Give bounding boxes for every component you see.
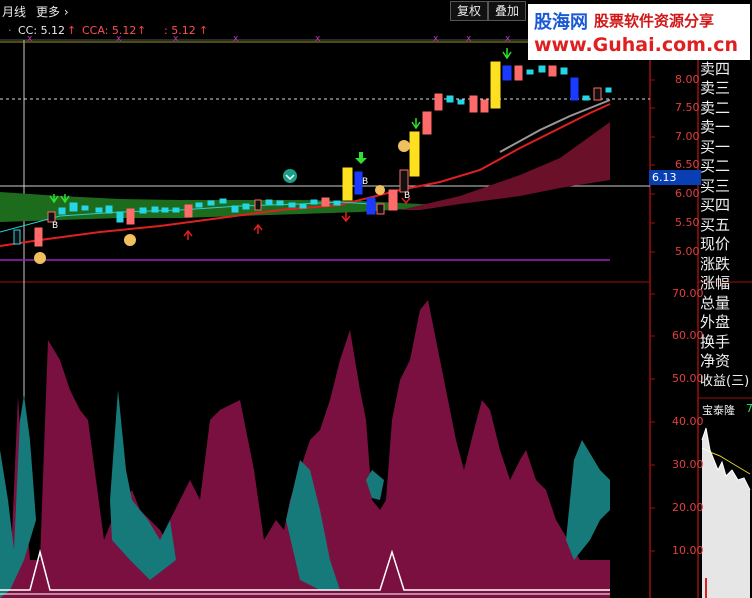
- indicator-tick: 10.00: [672, 544, 704, 557]
- svg-text:x: x: [433, 34, 439, 44]
- logo-tagline: 股票软件资源分享: [594, 12, 715, 30]
- quote-label: 卖三: [700, 79, 731, 97]
- quote-label: 卖二: [700, 98, 731, 117]
- svg-text:x: x: [466, 34, 472, 44]
- quote-label: 卖一: [700, 118, 731, 136]
- svg-text:x: x: [505, 34, 511, 44]
- indicator-tick: 40.00: [672, 415, 704, 428]
- quote-label: 涨幅: [700, 274, 731, 292]
- quote-label: 现价: [700, 235, 731, 253]
- quote-label: 净资: [700, 352, 731, 370]
- svg-text:B: B: [362, 177, 368, 187]
- price-tick: 5.50: [675, 216, 700, 229]
- mini-chart-value: 7: [746, 402, 752, 415]
- quote-label: 买四: [700, 196, 731, 214]
- quote-label: 换手: [700, 332, 731, 351]
- quote-label: 买三: [700, 176, 731, 195]
- price-tick: 5.00: [675, 245, 700, 258]
- svg-text:x: x: [173, 34, 179, 44]
- price-tick: 7.50: [675, 101, 700, 114]
- indicator-tick: 20.00: [672, 501, 704, 514]
- svg-text:x: x: [116, 34, 122, 44]
- svg-text:B: B: [404, 191, 410, 201]
- quote-label: 收益(三): [700, 373, 750, 389]
- quote-label: 涨跌: [700, 254, 731, 273]
- chart-canvas[interactable]: xxx xxx xxx: [0, 0, 752, 598]
- indicator-tick: 70.00: [672, 287, 704, 300]
- mini-chart-title: 宝泰隆: [702, 404, 735, 417]
- indicator-tick: 50.00: [672, 372, 704, 385]
- quote-label: 买五: [700, 215, 731, 234]
- svg-text:B: B: [52, 221, 58, 231]
- price-tick: 8.00: [675, 73, 700, 86]
- logo-name: 股海网: [534, 12, 588, 33]
- svg-text:x: x: [233, 34, 239, 44]
- quote-label: 卖四: [700, 59, 731, 78]
- site-logo: 股海网 股票软件资源分享 www.Guhai.com.cn: [528, 4, 750, 60]
- quote-label: 买一: [700, 137, 731, 156]
- price-tick: 7.00: [675, 130, 700, 143]
- quote-panel: 卖五 卖四 卖三 卖二 卖一 买一 买二 买三 买四 买五 现价 涨跌 涨幅 总…: [700, 40, 752, 391]
- svg-text:x: x: [27, 34, 33, 44]
- indicator-tick: 30.00: [672, 458, 704, 471]
- svg-text:x: x: [315, 34, 321, 44]
- quote-label: 外盘: [700, 313, 731, 331]
- quote-label: 总量: [700, 293, 731, 312]
- indicator-tick: 60.00: [672, 329, 704, 342]
- logo-url: www.Guhai.com.cn: [534, 34, 738, 56]
- price-tick: 6.00: [675, 187, 700, 200]
- quote-label: 买二: [700, 157, 731, 175]
- current-price-tag: 6.13: [649, 170, 701, 185]
